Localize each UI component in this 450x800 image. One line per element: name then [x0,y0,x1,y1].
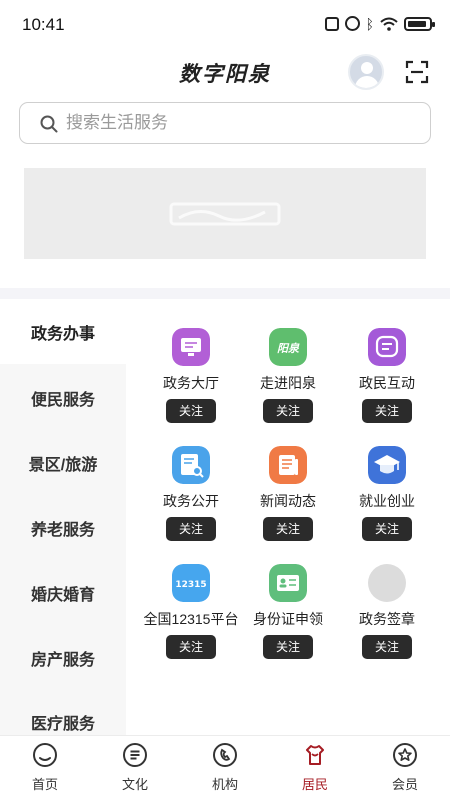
search-bar[interactable] [19,102,431,144]
follow-button[interactable]: 关注 [166,635,216,659]
battery-icon [404,16,435,31]
nav-label: 机构 [211,777,238,792]
search-input[interactable] [66,103,406,143]
nav-label: 文化 [121,777,148,792]
follow-button[interactable]: 关注 [362,635,412,659]
search-icon [40,115,58,133]
service-item-e-signature[interactable]: 政务签章 关注 [332,535,442,659]
service-item-interaction[interactable]: 政民互动 关注 [332,299,442,423]
news-icon [269,446,307,484]
nfc-icon [324,16,339,31]
category-item-housing[interactable]: 房产服务 [0,625,126,690]
service-item-employment[interactable]: 就业创业 关注 [332,417,442,541]
nav-item-member[interactable]: 会员 [375,736,435,800]
category-item-government-affairs[interactable]: 政务办事 [0,299,126,364]
badge-12315-icon: 12315 [172,564,210,602]
nav-item-institution[interactable]: 机构 [195,736,255,800]
home-icon [33,743,57,767]
category-item-marriage[interactable]: 婚庆婚育 [0,560,126,625]
category-item-tourism[interactable]: 景区/旅游 [0,430,126,495]
image-placeholder-icon [169,202,281,226]
follow-button[interactable]: 关注 [263,635,313,659]
culture-icon [123,743,147,767]
banner-image[interactable] [24,168,426,259]
id-card-icon [269,564,307,602]
alarm-icon [344,16,360,31]
nav-label: 会员 [391,777,418,792]
badge-12315-text: 12315 [175,580,206,590]
avatar[interactable] [348,54,384,90]
status-bar: 10:41 ᛒ [0,0,450,48]
category-label: 房产服务 [30,651,95,669]
avatar-head [361,62,373,74]
monitor-icon [172,328,210,366]
category-sidebar: 政务办事 便民服务 景区/旅游 养老服务 婚庆婚育 房产服务 医疗服务 [0,299,126,735]
category-item-medical[interactable]: 医疗服务 [0,689,126,735]
yangquan-logo-text: 阳泉 [277,342,300,355]
chat-icon [368,328,406,366]
service-label: 政务签章 [359,611,415,627]
status-icons: ᛒ [324,15,435,32]
document-search-icon [172,446,210,484]
status-time: 10:41 [22,15,65,34]
category-label: 医疗服务 [30,715,95,733]
bluetooth-icon: ᛒ [365,15,374,32]
nav-label: 居民 [301,777,328,792]
category-item-convenience[interactable]: 便民服务 [0,365,126,430]
bottom-nav: 首页 文化 机构 居民 会员 [0,735,450,800]
yangquan-logo-icon: 阳泉 [269,328,307,366]
section-divider [0,288,450,299]
scan-icon[interactable] [405,60,429,84]
category-label: 便民服务 [30,391,95,409]
service-label: 政民互动 [359,375,415,391]
wifi-icon [380,17,398,31]
category-label: 政务办事 [30,325,95,343]
category-item-elderly-care[interactable]: 养老服务 [0,495,126,560]
category-label: 婚庆婚育 [30,586,95,604]
placeholder-circle-icon [368,564,406,602]
resident-icon [306,745,324,765]
avatar-body [355,76,379,88]
institution-icon [213,743,237,767]
nav-item-home[interactable]: 首页 [15,736,75,800]
category-label: 景区/旅游 [28,456,98,474]
graduation-cap-icon [368,446,406,484]
nav-label: 首页 [31,777,58,792]
service-label: 就业创业 [359,493,415,509]
category-label: 养老服务 [30,521,95,539]
member-icon [393,743,417,767]
app-header: 数字阳泉 [0,48,450,96]
nav-item-culture[interactable]: 文化 [105,736,165,800]
service-grid: 政务大厅 关注 阳泉 走进阳泉 关注 政民互动 关注 政务公开 关注 新闻动态 … [126,299,450,735]
nav-item-resident[interactable]: 居民 [285,736,345,800]
